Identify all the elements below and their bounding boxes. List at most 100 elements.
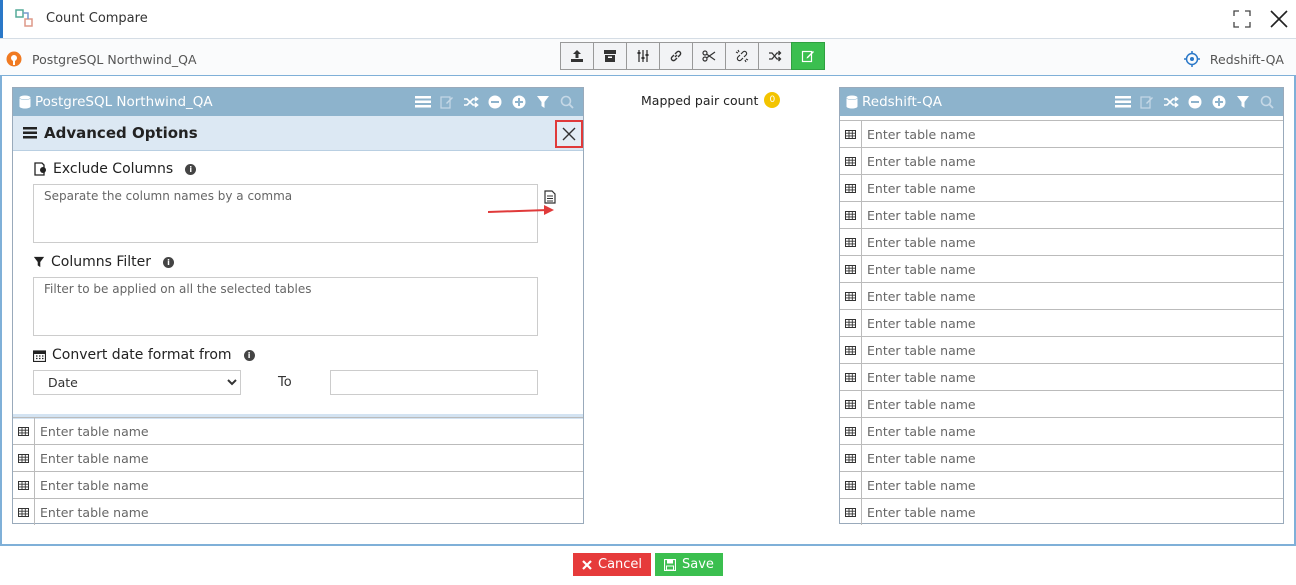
info-icon[interactable]: i xyxy=(185,163,197,175)
edit-button[interactable] xyxy=(791,42,825,70)
table-row xyxy=(13,498,583,525)
exclude-icon xyxy=(34,162,46,176)
table-name-input[interactable] xyxy=(862,310,1283,336)
table-icon xyxy=(840,418,862,444)
table-row xyxy=(840,228,1283,255)
table-row xyxy=(840,147,1283,174)
table-name-input[interactable] xyxy=(862,229,1283,255)
search-icon[interactable] xyxy=(559,94,575,110)
close-window-icon[interactable] xyxy=(1268,8,1290,30)
collapse-icon[interactable] xyxy=(487,94,503,110)
table-row xyxy=(840,390,1283,417)
columns-filter-input[interactable] xyxy=(33,277,538,336)
filter-icon[interactable] xyxy=(1235,94,1251,110)
exclude-columns-input[interactable] xyxy=(33,184,538,243)
table-row xyxy=(13,471,583,498)
table-icon xyxy=(840,202,862,228)
table-name-input[interactable] xyxy=(862,499,1283,525)
table-row xyxy=(840,174,1283,201)
unlink-icon xyxy=(735,49,749,63)
table-icon xyxy=(840,472,862,498)
upload-button[interactable] xyxy=(560,42,594,70)
unlink-button[interactable] xyxy=(725,42,759,70)
table-name-input[interactable] xyxy=(862,283,1283,309)
expand-icon[interactable] xyxy=(1211,94,1227,110)
source-panel-title: PostgreSQL Northwind_QA xyxy=(35,94,213,110)
search-icon[interactable] xyxy=(1259,94,1275,110)
info-icon[interactable]: i xyxy=(243,349,255,361)
table-name-input[interactable] xyxy=(862,418,1283,444)
table-name-input[interactable] xyxy=(862,256,1283,282)
shuffle-icon[interactable] xyxy=(1163,94,1179,110)
table-icon xyxy=(840,148,862,174)
cancel-button[interactable]: Cancel xyxy=(573,553,652,576)
table-name-input[interactable] xyxy=(862,121,1283,147)
table-icon xyxy=(840,175,862,201)
collapse-icon[interactable] xyxy=(1187,94,1203,110)
date-format-select[interactable]: Date xyxy=(33,370,241,395)
table-icon xyxy=(840,337,862,363)
table-row xyxy=(840,363,1283,390)
edit-icon[interactable] xyxy=(439,94,455,110)
toolbar xyxy=(560,42,825,70)
expand-icon[interactable] xyxy=(511,94,527,110)
close-icon xyxy=(562,127,576,141)
table-icon xyxy=(13,472,35,498)
shuffle-button[interactable] xyxy=(758,42,792,70)
exclude-columns-label: Exclude Columns i xyxy=(33,161,197,177)
dialog-footer: Cancel Save xyxy=(0,546,1296,585)
target-panel-title: Redshift-QA xyxy=(862,94,943,110)
cut-button[interactable] xyxy=(692,42,726,70)
table-name-input[interactable] xyxy=(35,499,583,525)
table-name-input[interactable] xyxy=(862,391,1283,417)
cancel-icon xyxy=(582,559,592,570)
source-panel-header: PostgreSQL Northwind_QA xyxy=(13,88,583,116)
info-icon[interactable]: i xyxy=(163,256,175,268)
target-icon xyxy=(1183,51,1200,67)
mapped-pair-label: Mapped pair count xyxy=(641,92,759,108)
edit-icon xyxy=(801,50,814,63)
list-view-icon[interactable] xyxy=(415,94,431,110)
table-icon xyxy=(840,310,862,336)
table-row xyxy=(840,336,1283,363)
maximize-icon[interactable] xyxy=(1231,8,1253,30)
date-format-to-input[interactable] xyxy=(330,370,538,395)
table-name-input[interactable] xyxy=(35,472,583,498)
table-name-input[interactable] xyxy=(35,445,583,471)
sliders-icon xyxy=(637,50,649,62)
table-icon xyxy=(13,418,35,444)
table-name-input[interactable] xyxy=(862,472,1283,498)
table-row xyxy=(840,498,1283,525)
upload-icon xyxy=(571,50,583,62)
archive-button[interactable] xyxy=(593,42,627,70)
main-area: PostgreSQL Northwind_QA Advanced Options xyxy=(0,76,1296,546)
table-row xyxy=(840,309,1283,336)
close-advanced-options-button[interactable] xyxy=(555,120,583,148)
sliders-button[interactable] xyxy=(626,42,660,70)
shuffle-icon[interactable] xyxy=(463,94,479,110)
table-name-input[interactable] xyxy=(862,202,1283,228)
table-name-input[interactable] xyxy=(862,175,1283,201)
save-button[interactable]: Save xyxy=(655,553,723,576)
link-button[interactable] xyxy=(659,42,693,70)
table-icon xyxy=(840,256,862,282)
edit-icon[interactable] xyxy=(1139,94,1155,110)
document-icon[interactable] xyxy=(544,190,556,204)
to-label: To xyxy=(278,375,292,390)
filter-icon xyxy=(33,256,45,268)
table-name-input[interactable] xyxy=(862,445,1283,471)
shuffle-icon xyxy=(769,50,782,62)
table-name-input[interactable] xyxy=(862,364,1283,390)
table-name-input[interactable] xyxy=(862,148,1283,174)
filter-icon[interactable] xyxy=(535,94,551,110)
table-row xyxy=(840,201,1283,228)
mapped-count-badge: 0 xyxy=(764,92,781,108)
table-name-input[interactable] xyxy=(35,418,583,444)
list-view-icon[interactable] xyxy=(1115,94,1131,110)
postgresql-icon xyxy=(6,51,22,67)
source-panel: PostgreSQL Northwind_QA Advanced Options xyxy=(12,87,584,525)
archive-icon xyxy=(604,50,616,62)
table-name-input[interactable] xyxy=(862,337,1283,363)
target-connection-label: Redshift-QA xyxy=(1209,51,1284,67)
table-row xyxy=(840,255,1283,282)
